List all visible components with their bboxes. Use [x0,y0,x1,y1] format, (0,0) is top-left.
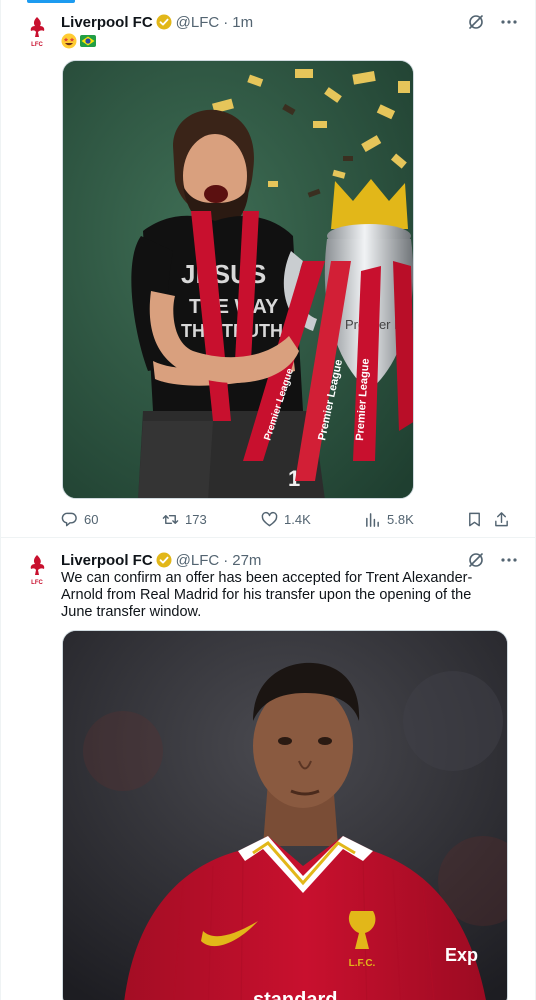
separator-dot: · [223,13,229,31]
author-handle[interactable]: @LFC [176,14,220,31]
heart-icon [261,511,278,526]
share-button[interactable] [493,508,510,530]
like-count: 1.4K [284,511,311,527]
tweet[interactable]: LFC Liverpool FC @LFC · 1m JESUS THE WAY… [1,0,536,538]
tweet-text: We can confirm an offer has been accepte… [61,570,473,620]
player-photo: L.F.C. Exp standard [63,631,507,1000]
more-options-icon[interactable] [499,12,519,32]
svg-text:THE TRUTH: THE TRUTH [181,321,283,341]
reply-button[interactable]: 60 [61,508,98,530]
views-button[interactable]: 5.8K [364,508,414,530]
repost-button[interactable]: 173 [162,508,207,530]
timeline-feed: LFC Liverpool FC @LFC · 1m JESUS THE WAY… [0,0,536,1000]
avatar[interactable]: LFC [23,15,51,49]
avatar[interactable]: LFC [23,553,51,587]
timestamp[interactable]: 1m [232,14,253,31]
verified-badge-icon [156,14,172,30]
separator-dot: · [223,551,229,569]
tweet-header: Liverpool FC @LFC · 1m [61,12,253,32]
tweet-photo[interactable]: L.F.C. Exp standard [62,630,508,1000]
tweet[interactable]: LFC Liverpool FC @LFC · 27m We can confi… [1,538,536,1000]
svg-text:LFC: LFC [31,42,43,48]
tweet-header: Liverpool FC @LFC · 27m [61,550,261,570]
author-name[interactable]: Liverpool FC [61,552,153,569]
repost-count: 173 [185,511,207,527]
share-icon [495,511,508,526]
repost-icon [162,514,179,524]
like-button[interactable]: 1.4K [261,508,311,530]
celebration-photo: JESUS THE WAY THE TRUTH 1 Premier League [63,61,413,498]
view-count: 5.8K [387,511,414,527]
reply-count: 60 [84,511,99,527]
author-name[interactable]: Liverpool FC [61,14,153,31]
analytics-icon [366,512,379,527]
tweet-emojis [61,33,96,49]
tweet-actions: 60 173 1.4K 5.8K [61,508,513,530]
verified-badge-icon [156,552,172,568]
more-options-icon[interactable] [499,550,519,570]
svg-text:LFC: LFC [31,580,43,586]
timestamp[interactable]: 27m [232,552,261,569]
brazil-flag-icon [80,33,96,49]
grok-icon[interactable] [467,551,485,569]
star-struck-emoji-icon [61,33,77,49]
bookmark-button[interactable] [466,508,483,530]
tweet-photo[interactable]: JESUS THE WAY THE TRUTH 1 Premier League [62,60,414,499]
reply-icon [61,512,77,526]
bookmark-icon [469,512,480,526]
author-handle[interactable]: @LFC [176,552,220,569]
svg-text:standard: standard [253,989,337,1000]
svg-text:L.F.C.: L.F.C. [349,958,376,969]
svg-text:Exp: Exp [445,945,478,965]
grok-icon[interactable] [467,13,485,31]
